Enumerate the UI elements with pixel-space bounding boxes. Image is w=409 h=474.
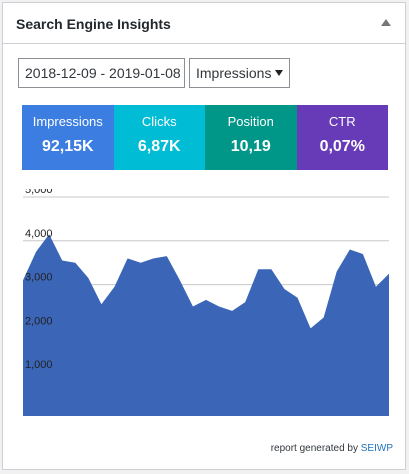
metric-tiles: Impressions 92,15K Clicks 6,87K Position… xyxy=(22,105,388,170)
y-tick-label: 3,000 xyxy=(25,272,53,284)
search-engine-insights-widget: Search Engine Insights 2018-12-09 - 2019… xyxy=(2,2,406,470)
y-tick-label: 1,000 xyxy=(25,359,53,371)
y-tick-label: 2,000 xyxy=(25,315,53,327)
tile-value: 92,15K xyxy=(41,138,94,155)
tile-label: Clicks xyxy=(141,114,177,129)
tile-label: CTR xyxy=(328,114,356,129)
triangle-up-icon[interactable] xyxy=(381,19,391,26)
tile-value: 6,87K xyxy=(137,138,181,155)
tile-label: Impressions xyxy=(32,114,103,129)
y-tick-label: 5,000 xyxy=(25,189,53,196)
tile-position[interactable]: Position 10,19 xyxy=(205,105,297,170)
tile-value: 10,19 xyxy=(230,138,271,155)
tile-clicks[interactable]: Clicks 6,87K xyxy=(113,105,205,170)
impressions-area xyxy=(23,234,389,416)
chevron-down-icon xyxy=(275,70,283,76)
tile-value: 0,07% xyxy=(319,138,365,155)
y-tick-label: 4,000 xyxy=(25,228,53,240)
tile-ctr[interactable]: CTR 0,07% xyxy=(296,105,388,170)
report-footer: report generated by SEIWP xyxy=(271,443,393,454)
footer-text: report generated by xyxy=(270,443,358,454)
metric-select[interactable]: Impressions xyxy=(189,58,290,88)
metric-select-value: Impressions xyxy=(196,65,272,81)
impressions-area-chart[interactable]: 5,000 4,000 3,000 2,000 1,000 xyxy=(21,189,391,419)
date-range-input[interactable]: 2018-12-09 - 2019-01-08 xyxy=(18,58,185,88)
widget-header[interactable]: Search Engine Insights xyxy=(3,3,405,44)
widget-title: Search Engine Insights xyxy=(16,16,171,32)
tile-impressions[interactable]: Impressions 92,15K xyxy=(22,105,114,170)
seiwp-link[interactable]: SEIWP xyxy=(361,443,393,454)
tile-label: Position xyxy=(227,114,274,129)
